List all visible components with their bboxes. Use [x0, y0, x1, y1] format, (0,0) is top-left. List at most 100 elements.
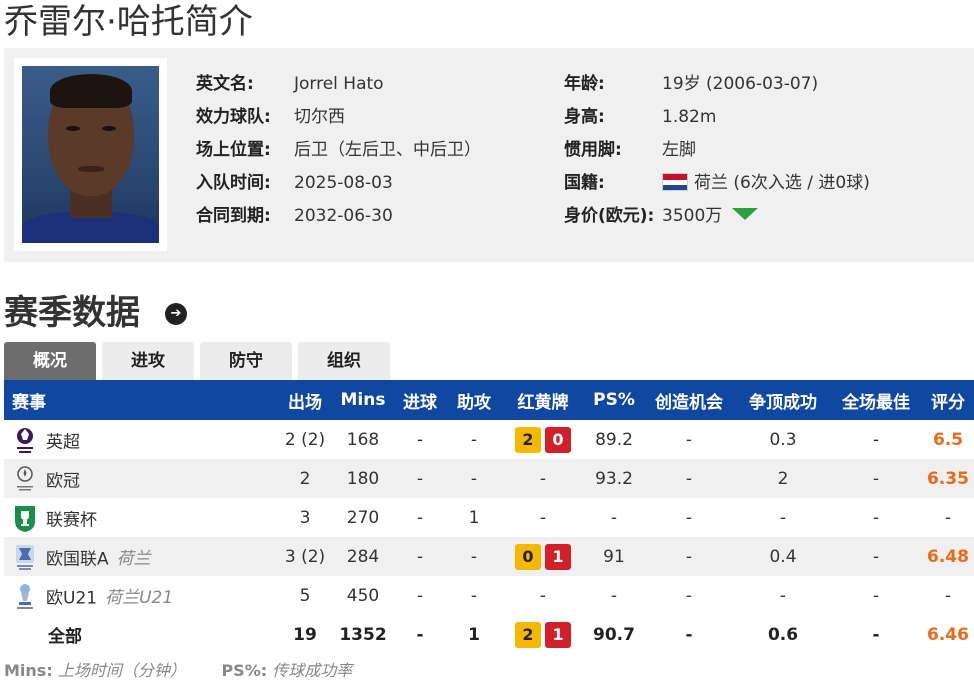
goals-cell: -: [392, 459, 448, 498]
competition-name[interactable]: 欧U21: [46, 588, 97, 608]
page-title: 乔雷尔·哈托简介: [4, 2, 253, 42]
cards-cell: -: [500, 459, 586, 498]
header-rating: 评分: [922, 380, 974, 420]
mins-cell: 180: [334, 459, 392, 498]
rating-cell: 6.48: [922, 537, 974, 576]
rating-cell: -: [944, 507, 952, 528]
chances-cell: -: [685, 429, 693, 450]
apps-cell: 2 (2): [284, 429, 326, 450]
table-row: 欧U21 荷兰U21 5 450 - - - - - - - -: [4, 576, 974, 615]
nations-league-icon: [12, 542, 38, 572]
goals-cell: -: [392, 537, 448, 576]
competition-name[interactable]: 欧国联A: [46, 549, 109, 569]
contract-end-value: 2032-06-30: [294, 206, 393, 226]
assists-cell: -: [470, 429, 478, 450]
apps-cell: 5: [299, 585, 311, 606]
pass-pct-cell: -: [610, 585, 618, 606]
aerials-cell: -: [779, 585, 787, 606]
motm-cell: -: [872, 507, 880, 528]
red-card-badge: 0: [545, 426, 571, 453]
pass-pct-cell: -: [610, 507, 618, 528]
competition-name[interactable]: 英超: [46, 432, 80, 452]
nationality-label: 国籍:: [564, 173, 605, 193]
mins-cell: 284: [334, 537, 392, 576]
aerials-cell: -: [779, 507, 787, 528]
header-cards: 红黄牌: [500, 380, 586, 420]
aerials-cell: 2: [736, 459, 830, 498]
pass-pct-cell: 90.7: [593, 624, 635, 645]
english-name-value: Jorrel Hato: [294, 74, 384, 94]
market-value-wrap: 3500万: [662, 205, 759, 227]
position-label: 场上位置:: [196, 140, 271, 160]
red-card-badge: 1: [545, 543, 571, 570]
euro-u21-icon: [12, 581, 38, 611]
yellow-card-badge: 2: [515, 621, 541, 648]
mins-cell: 1352: [339, 624, 387, 645]
header-chances: 创造机会: [642, 380, 736, 420]
club-label: 效力球队:: [196, 107, 271, 127]
arrow-right-icon[interactable]: ➔: [165, 303, 187, 325]
height-value: 1.82m: [662, 107, 717, 127]
header-competition: 赛事: [4, 380, 276, 420]
assists-cell: -: [448, 459, 500, 498]
total-label: 全部: [48, 627, 82, 647]
tab-passing[interactable]: 组织: [298, 342, 390, 380]
table-row: 联赛杯 3 270 - 1 - - - - - -: [4, 498, 974, 537]
goals-cell: -: [416, 624, 424, 645]
position-value: 后卫（左后卫、中后卫）: [294, 140, 481, 160]
motm-cell: -: [872, 585, 880, 606]
tab-attack[interactable]: 进攻: [102, 342, 194, 380]
national-team-name[interactable]: 荷兰: [117, 549, 151, 569]
rating-cell: 6.5: [932, 429, 964, 450]
age-label: 年龄:: [564, 74, 605, 94]
aerials-cell: 0.6: [767, 624, 799, 645]
netherlands-flag-icon: [662, 173, 688, 191]
chances-cell: -: [642, 459, 736, 498]
goals-cell: -: [416, 585, 424, 606]
tab-defense[interactable]: 防守: [200, 342, 292, 380]
national-team-name[interactable]: 荷兰U21: [105, 588, 173, 608]
join-date-value: 2025-08-03: [294, 173, 393, 193]
chances-cell: -: [642, 537, 736, 576]
competition-name[interactable]: 联赛杯: [46, 510, 97, 530]
market-value-label: 身价(欧元):: [564, 206, 655, 226]
chances-cell: -: [685, 624, 693, 645]
contract-end-label: 合同到期:: [196, 206, 271, 226]
header-motm: 全场最佳: [830, 380, 922, 420]
assists-cell: -: [448, 537, 500, 576]
goals-cell: -: [416, 507, 424, 528]
table-row: 英超 2 (2) 168 - - 20 89.2 - 0.3 - 6.5: [4, 420, 974, 459]
nationality-value-wrap: 荷兰 (6次入选 / 进0球): [662, 172, 870, 194]
value-down-trend-icon: [732, 208, 759, 220]
cards-cell: -: [539, 507, 547, 528]
chances-cell: -: [685, 507, 693, 528]
nationality-value[interactable]: 荷兰 (6次入选 / 进0球): [694, 173, 870, 193]
rating-cell: 6.46: [927, 624, 969, 645]
legend-mins-key: Mins:: [4, 661, 53, 680]
red-card-badge: 1: [545, 621, 571, 648]
market-value: 3500万: [662, 206, 723, 226]
competition-name[interactable]: 欧冠: [46, 471, 80, 491]
season-stats-table: 赛事 出场 Mins 进球 助攻 红黄牌 PS% 创造机会 争顶成功 全场最佳 …: [4, 380, 974, 654]
cards-cell: 21: [500, 615, 586, 654]
tab-overview[interactable]: 概况: [4, 342, 96, 380]
assists-cell: 1: [468, 624, 480, 645]
apps-cell: 3: [299, 507, 311, 528]
motm-cell: -: [830, 459, 922, 498]
foot-value: 左脚: [662, 140, 696, 160]
motm-cell: -: [830, 537, 922, 576]
assists-cell: -: [470, 585, 478, 606]
pass-pct-cell: 89.2: [595, 429, 633, 450]
table-row: 欧国联A 荷兰 3 (2) 284 - - 01 91 - 0.4 - 6.48: [4, 537, 974, 576]
header-aerials: 争顶成功: [736, 380, 830, 420]
legend-ps-desc: 传球成功率: [272, 661, 353, 680]
cards-cell: 01: [500, 537, 586, 576]
apps-cell: 2: [276, 459, 334, 498]
foot-label: 惯用脚:: [564, 140, 622, 160]
header-apps: 出场: [276, 380, 334, 420]
header-goals: 进球: [392, 380, 448, 420]
join-date-label: 入队时间:: [196, 173, 271, 193]
champions-league-icon: [12, 464, 38, 494]
club-value: 切尔西: [294, 107, 345, 127]
mins-cell: 168: [346, 429, 380, 450]
